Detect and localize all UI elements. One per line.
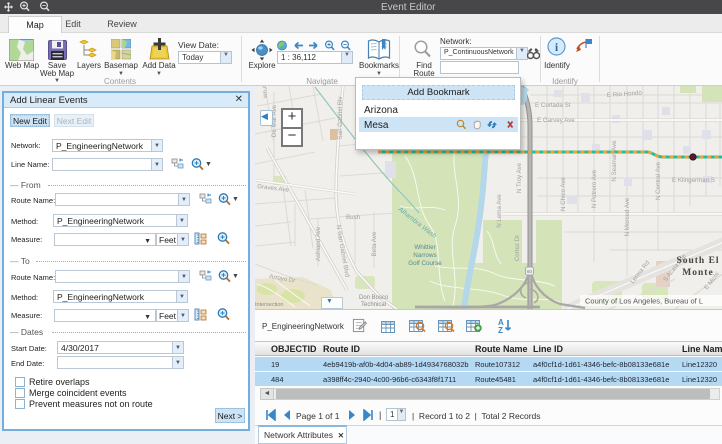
svg-text:N Merced Ave: N Merced Ave <box>624 197 631 236</box>
svg-text:Narrows: Narrows <box>413 252 436 259</box>
svg-text:N Central Ave: N Central Ave <box>655 161 662 200</box>
svg-text:Don Bosco: Don Bosco <box>359 295 389 301</box>
svg-text:N Seaman Ave: N Seaman Ave <box>611 140 618 182</box>
svg-text:County of Los Angeles, Bureau: County of Los Angeles, Bureau of L <box>585 297 703 306</box>
svg-text:Beta Ave: Beta Ave <box>371 231 378 256</box>
svg-text:South El: South El <box>676 256 719 266</box>
svg-text:Intersection: Intersection <box>255 302 283 308</box>
svg-text:San Gabriel Blv: San Gabriel Blv <box>337 96 344 140</box>
svg-text:Cortez Dr: Cortez Dr <box>514 235 521 261</box>
svg-text:E Cortada St: E Cortada St <box>535 102 571 109</box>
svg-text:Ashland Ave: Ashland Ave <box>315 226 322 261</box>
svg-text:Z: Z <box>498 326 503 334</box>
svg-text:wn Av: wn Av <box>262 86 269 99</box>
svg-text:N Potrero Ave: N Potrero Ave <box>591 169 598 208</box>
svg-text:E Garvey Ave: E Garvey Ave <box>537 117 575 124</box>
svg-text:N Troy Ave: N Troy Ave <box>516 162 523 193</box>
svg-text:N Chico Ave: N Chico Ave <box>560 176 567 210</box>
svg-text:Technical: Technical <box>361 302 386 308</box>
svg-text:N Lema Ave: N Lema Ave <box>496 194 503 228</box>
svg-text:Whittier: Whittier <box>414 244 435 251</box>
svg-text:Monte: Monte <box>682 268 713 278</box>
svg-text:60: 60 <box>527 269 533 274</box>
svg-text:E Klingerman S: E Klingerman S <box>672 177 715 184</box>
svg-text:Bush: Bush <box>346 214 361 221</box>
svg-text:Golf Course: Golf Course <box>408 260 442 267</box>
